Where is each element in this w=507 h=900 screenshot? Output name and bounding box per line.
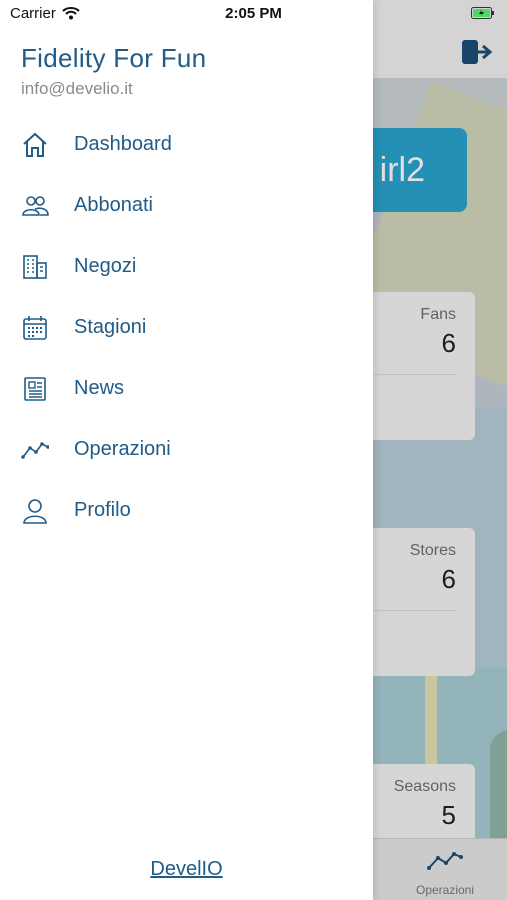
menu-label: Negozi: [74, 255, 137, 277]
side-drawer: Fidelity For Fun info@develio.it Dashboa…: [0, 0, 373, 900]
menu-item-negozi[interactable]: Negozi: [0, 236, 373, 297]
home-icon: [23, 132, 47, 157]
drawer-menu: Dashboard Abbonati Negozi Stagioni News …: [0, 114, 373, 541]
menu-label: Profilo: [74, 499, 131, 521]
calendar-icon: [23, 316, 47, 340]
user-email: info@develio.it: [21, 79, 133, 98]
building-icon: [23, 255, 47, 279]
newspaper-icon: [24, 377, 46, 401]
user-icon: [23, 499, 47, 524]
menu-item-stagioni[interactable]: Stagioni: [0, 297, 373, 358]
users-icon: [22, 196, 49, 216]
status-bar: Carrier 2:05 PM: [0, 0, 507, 28]
menu-label: News: [74, 377, 125, 399]
menu-item-news[interactable]: News: [0, 358, 373, 419]
battery-icon: [471, 7, 494, 19]
menu-item-operazioni[interactable]: Operazioni: [0, 419, 373, 480]
menu-item-profilo[interactable]: Profilo: [0, 480, 373, 541]
menu-label: Abbonati: [74, 194, 153, 216]
menu-label: Stagioni: [74, 316, 147, 338]
drawer-overlay[interactable]: [373, 0, 507, 900]
develio-link[interactable]: DevelIO: [0, 858, 373, 881]
status-time: 2:05 PM: [225, 5, 282, 22]
menu-item-abbonati[interactable]: Abbonati: [0, 175, 373, 236]
trend-icon: [21, 442, 49, 459]
menu-item-dashboard[interactable]: Dashboard: [0, 114, 373, 175]
menu-label: Dashboard: [74, 133, 172, 155]
menu-label: Operazioni: [74, 438, 171, 460]
app-title: Fidelity For Fun: [21, 43, 207, 73]
